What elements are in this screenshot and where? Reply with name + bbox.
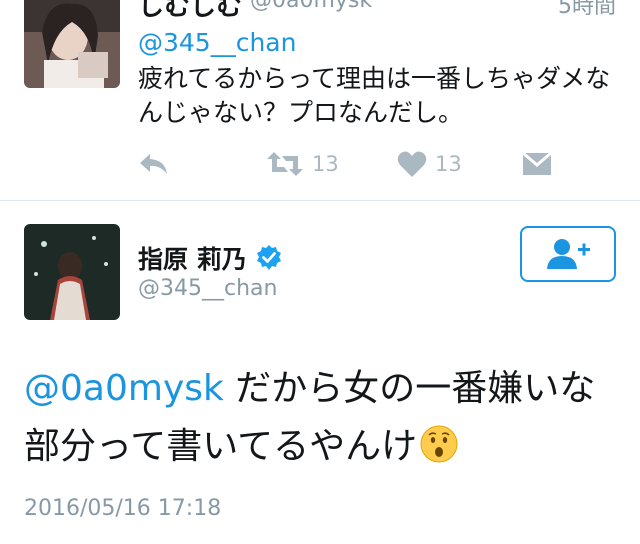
- reply-time: 5時間: [558, 0, 616, 19]
- direct-message-icon: [522, 151, 552, 175]
- author-avatar[interactable]: [24, 224, 120, 320]
- heart-icon: [397, 151, 427, 177]
- reply-author-avatar[interactable]: [24, 0, 120, 88]
- retweet-button[interactable]: 13: [266, 146, 339, 182]
- verified-badge-icon: [255, 244, 283, 272]
- tweet-text: @0a0mysk だから女の一番嫌いな部分って書いてるやんけ: [24, 360, 624, 476]
- hushed-face-emoji: [419, 424, 459, 464]
- reply-mention-link[interactable]: @345__chan: [138, 28, 296, 57]
- author-name-row[interactable]: 指原 莉乃: [138, 240, 283, 276]
- follow-button[interactable]: [520, 226, 616, 282]
- author-handle[interactable]: @345__chan: [138, 276, 277, 301]
- reply-button[interactable]: [138, 146, 170, 182]
- reply-text: 疲れてるからって理由は一番しちゃダメなんじゃない？プロなんだし。: [138, 64, 611, 127]
- tweet-divider: [0, 200, 640, 201]
- direct-message-button[interactable]: [522, 146, 552, 182]
- tweet-mention-link[interactable]: @0a0mysk: [24, 368, 224, 409]
- author-name[interactable]: 指原 莉乃: [138, 240, 247, 276]
- like-button[interactable]: 13: [397, 146, 462, 182]
- retweet-count: 13: [312, 152, 339, 176]
- reply-author-name[interactable]: しむしむ: [138, 0, 242, 23]
- reply-icon: [140, 154, 167, 174]
- reply-author-handle[interactable]: @0a0mysk: [250, 0, 372, 13]
- tweet-timestamp[interactable]: 2016/05/16 17:18: [24, 496, 221, 521]
- follow-user-icon: [547, 239, 590, 269]
- like-count: 13: [435, 152, 462, 176]
- retweet-icon: [267, 152, 303, 176]
